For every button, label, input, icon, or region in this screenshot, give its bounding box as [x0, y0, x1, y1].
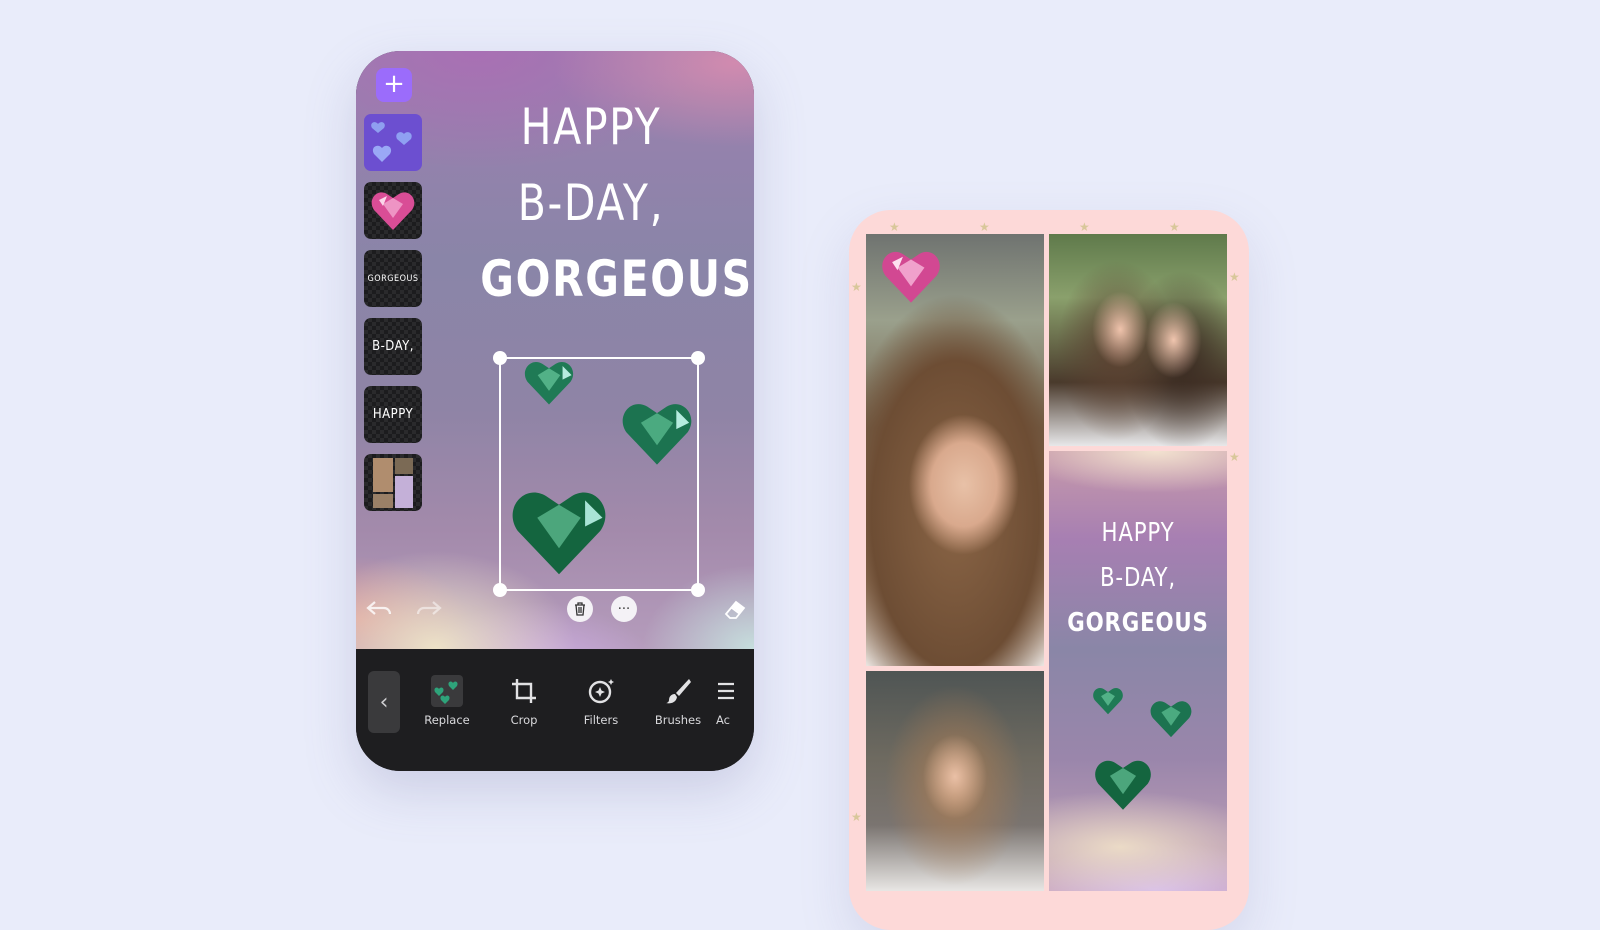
layer-pink-heart[interactable] [364, 182, 422, 239]
title-line-gorgeous: GORGEOUS [480, 250, 753, 308]
tool-replace[interactable]: Replace [412, 673, 482, 727]
star-decoration: ★ [1169, 220, 1180, 234]
resize-handle-bottom-left[interactable] [493, 583, 507, 597]
crop-icon [512, 679, 536, 703]
green-heart-gem-large [1095, 760, 1151, 810]
design-canvas[interactable]: + GORGEOUS B-DAY, HAPPY HAPPY B-DAY, GOR… [356, 51, 754, 649]
eraser-icon [724, 600, 746, 619]
canvas-title[interactable]: HAPPY B-DAY, GORGEOUS [456, 89, 753, 317]
green-heart-gem-small [1093, 688, 1123, 715]
resize-handle-top-right[interactable] [691, 351, 705, 365]
layer-text-happy[interactable]: HAPPY [364, 386, 422, 443]
title-line-bday: B-DAY, [517, 174, 665, 232]
tool-adjust[interactable]: Ac [716, 673, 754, 727]
green-heart-gem-medium [1150, 701, 1192, 738]
plus-icon: + [383, 69, 405, 99]
brush-icon [666, 679, 691, 704]
layer-blue-hearts[interactable] [364, 114, 422, 171]
star-decoration: ★ [1229, 450, 1240, 464]
layer-text-bday[interactable]: B-DAY, [364, 318, 422, 375]
star-decoration: ★ [889, 220, 900, 234]
card-title: HAPPY B-DAY, GORGEOUS [1067, 518, 1209, 638]
undo-icon [366, 601, 392, 615]
tool-brushes[interactable]: Brushes [643, 673, 713, 727]
star-decoration: ★ [851, 810, 862, 824]
eraser-button[interactable] [724, 600, 748, 624]
filters-icon [588, 679, 614, 704]
more-options-button[interactable]: ··· [611, 596, 637, 622]
star-decoration: ★ [1229, 270, 1240, 284]
collage-photo-smiling[interactable] [866, 671, 1044, 891]
layer-text-gorgeous[interactable]: GORGEOUS [364, 250, 422, 307]
redo-button[interactable] [416, 599, 442, 624]
adjust-icon [718, 682, 734, 700]
more-dots-icon: ··· [617, 601, 631, 617]
collage-photo-portrait[interactable] [866, 234, 1044, 666]
tool-crop[interactable]: Crop [489, 673, 559, 727]
toolbar-back-button[interactable]: ‹ [368, 671, 400, 733]
star-decoration: ★ [851, 280, 862, 294]
editor-phone: + GORGEOUS B-DAY, HAPPY HAPPY B-DAY, GOR… [356, 51, 754, 771]
collage-thumbnail-icon [373, 457, 413, 508]
delete-button[interactable] [567, 596, 593, 622]
selection-box[interactable] [493, 351, 705, 597]
title-line-happy: HAPPY [520, 98, 662, 156]
undo-button[interactable] [366, 599, 392, 624]
layers-panel: GORGEOUS B-DAY, HAPPY [364, 114, 422, 522]
collage-photo-friends[interactable] [1049, 234, 1227, 446]
collage-preview: ★ ★ ★ ★ ★ ★ ★ ★ HAPPY B-DAY, GORGEOUS [849, 210, 1249, 930]
tool-filters[interactable]: Filters [566, 673, 636, 727]
replace-thumbnail-icon [431, 675, 463, 707]
trash-icon [575, 602, 585, 616]
chevron-left-icon: ‹ [379, 689, 389, 715]
add-layer-button[interactable]: + [376, 68, 412, 102]
resize-handle-bottom-right[interactable] [691, 583, 705, 597]
layer-collage-image[interactable] [364, 454, 422, 511]
star-decoration: ★ [1079, 220, 1090, 234]
bottom-toolbar: ‹ Replace Crop Filters Brushes Ac [356, 649, 754, 771]
redo-icon [416, 601, 442, 615]
blue-hearts-sticker-icon [371, 122, 412, 162]
star-decoration: ★ [979, 220, 990, 234]
pink-heart-gem-sticker[interactable] [878, 246, 944, 308]
resize-handle-top-left[interactable] [493, 351, 507, 365]
collage-birthday-card[interactable]: HAPPY B-DAY, GORGEOUS [1049, 451, 1227, 891]
pink-heart-gem-icon [371, 191, 415, 230]
